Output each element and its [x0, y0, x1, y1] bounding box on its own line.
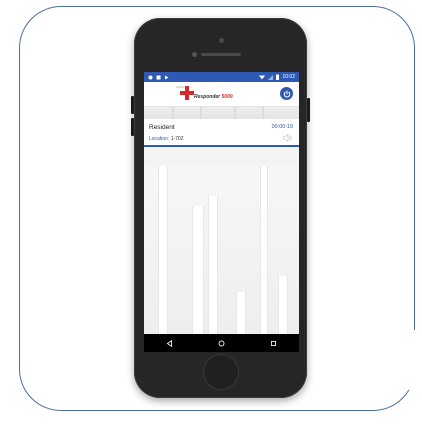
- nav-recents[interactable]: [263, 334, 283, 352]
- nav-home[interactable]: [211, 334, 231, 352]
- call-location: Location: 1-702: [149, 136, 184, 142]
- notification-icon: [148, 75, 153, 79]
- signal-icon: [268, 74, 274, 80]
- app-logo: Responder 5000: [194, 94, 233, 100]
- accent-divider: [144, 145, 299, 147]
- status-bar: 10:02: [144, 72, 299, 82]
- active-call-card[interactable]: Resident 00:00:19 Location: 1-702: [144, 119, 299, 145]
- volume-button: [131, 118, 134, 136]
- caller-name: Resident: [149, 124, 175, 131]
- speaker-icon[interactable]: [283, 134, 292, 142]
- battery-icon: [276, 74, 280, 80]
- app-header: Student Responder 5000: [144, 82, 299, 107]
- background-column: [278, 276, 288, 334]
- wifi-icon: [259, 75, 266, 79]
- power-side-button: [307, 98, 310, 122]
- sensor: [192, 52, 197, 57]
- logo-cross-icon: [180, 86, 194, 100]
- background-column: [236, 292, 246, 334]
- background-column: [158, 166, 168, 334]
- home-button[interactable]: [203, 354, 239, 390]
- camera: [219, 38, 224, 43]
- home-icon: [218, 340, 225, 346]
- background-column: [208, 196, 218, 334]
- recents-icon: [270, 340, 276, 346]
- background-column: [260, 166, 268, 334]
- square-icon: [156, 75, 161, 79]
- sub-header: [144, 107, 299, 119]
- play-icon: [165, 75, 169, 79]
- nav-back[interactable]: [160, 334, 180, 352]
- back-icon: [166, 339, 173, 347]
- android-nav-bar: [144, 334, 299, 352]
- phone-screen: 10:02 Student Responder 5000 Resident 00…: [144, 72, 299, 352]
- power-icon: [283, 90, 290, 97]
- content-area: [144, 166, 299, 334]
- volume-button: [131, 96, 134, 114]
- power-button[interactable]: [280, 87, 293, 100]
- earpiece-speaker: [201, 53, 241, 56]
- call-timer: 00:00:19: [271, 124, 293, 130]
- status-time: 10:02: [282, 74, 295, 80]
- background-column: [192, 206, 204, 334]
- frame-gap: [392, 330, 422, 390]
